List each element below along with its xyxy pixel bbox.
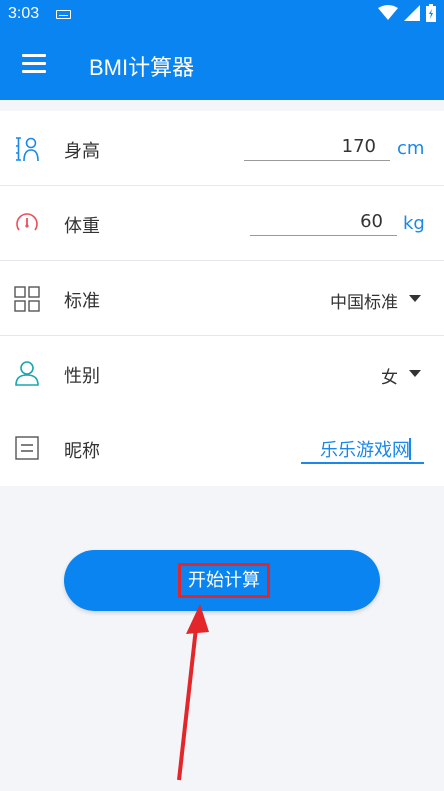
height-row: 身高 cm — [0, 111, 444, 186]
document-icon — [15, 436, 39, 460]
scale-gauge-icon — [16, 213, 38, 231]
nickname-row: 昵称 乐乐游戏网 — [0, 411, 444, 486]
weight-row: 体重 kg — [0, 186, 444, 261]
chevron-down-icon[interactable] — [409, 370, 421, 377]
weight-unit: kg — [403, 213, 425, 234]
signal-icon — [404, 5, 420, 21]
height-input[interactable] — [244, 133, 390, 161]
standard-label: 标准 — [64, 291, 100, 312]
text-cursor — [409, 438, 411, 460]
app-title: BMI计算器 — [89, 55, 195, 80]
status-time: 3:03 — [8, 5, 40, 22]
status-icons — [378, 4, 436, 22]
grid-icon — [14, 286, 40, 312]
wifi-icon — [378, 5, 398, 20]
gender-select[interactable]: 女 — [370, 363, 398, 388]
battery-charging-icon — [426, 4, 436, 22]
nickname-input[interactable]: 乐乐游戏网 — [301, 436, 424, 464]
status-bar: 3:03 — [0, 0, 444, 30]
app-bar: BMI计算器 — [0, 30, 444, 100]
standard-select[interactable]: 中国标准 — [300, 288, 398, 313]
weight-input[interactable] — [250, 208, 397, 236]
nickname-label: 昵称 — [64, 441, 100, 462]
standard-row[interactable]: 标准 中国标准 — [0, 261, 444, 336]
person-icon — [15, 361, 39, 386]
start-calculate-label: 开始计算 — [178, 563, 270, 598]
height-label: 身高 — [64, 141, 100, 162]
gender-row[interactable]: 性别 女 — [0, 336, 444, 411]
nickname-value: 乐乐游戏网 — [320, 440, 410, 461]
menu-icon[interactable] — [22, 54, 48, 74]
person-height-icon — [16, 137, 39, 162]
weight-label: 体重 — [64, 216, 100, 237]
keyboard-icon — [56, 10, 71, 19]
gender-label: 性别 — [64, 366, 100, 387]
bmi-form: 身高 cm 体重 kg 标准 中国标准 性别 女 — [0, 111, 444, 486]
chevron-down-icon[interactable] — [409, 295, 421, 302]
height-unit: cm — [397, 138, 425, 159]
